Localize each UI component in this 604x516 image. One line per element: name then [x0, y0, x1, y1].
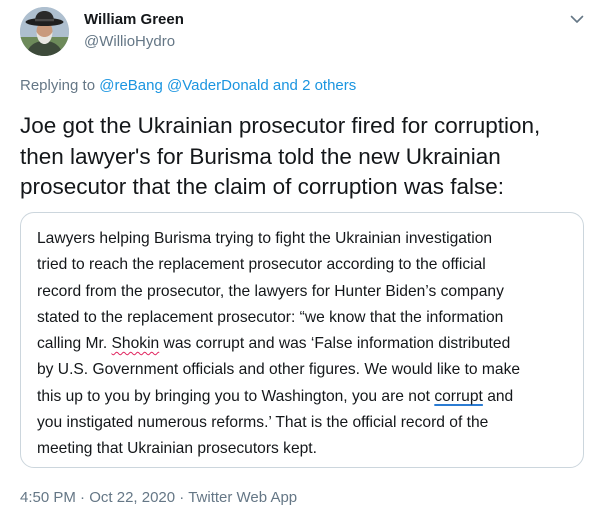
tweet-menu-button[interactable] [567, 9, 587, 29]
quote-line: tried to reach the replacement prosecuto… [37, 256, 486, 274]
meta-separator: · [179, 489, 185, 506]
mention-rebang[interactable]: @reBang [99, 77, 163, 94]
replying-connector[interactable]: and [273, 77, 298, 94]
avatar-photo [20, 7, 69, 56]
quote-line: by U.S. Government officials and other f… [37, 361, 521, 379]
tweet-time[interactable]: 4:50 PM [20, 489, 76, 506]
grammar-check-word: corrupt [434, 387, 483, 405]
quote-text-fragment: and [482, 387, 514, 405]
avatar[interactable] [20, 7, 69, 56]
mention-vaderdonald[interactable]: @VaderDonald [167, 77, 269, 94]
chevron-down-icon [570, 15, 584, 23]
author-name[interactable]: William Green [84, 11, 184, 28]
meta-separator: · [80, 489, 86, 506]
quote-box: Lawyers helping Burisma trying to fight … [20, 212, 584, 468]
quote-line: Lawyers helping Burisma trying to fight … [37, 230, 493, 247]
quote-line: record from the prosecutor, the lawyers … [37, 282, 504, 300]
replying-others-link[interactable]: 2 others [302, 77, 356, 94]
tweet: William Green @WillioHydro Replying to @… [0, 0, 604, 516]
tweet-source[interactable]: Twitter Web App [188, 489, 297, 506]
tweet-meta: 4:50 PM · Oct 22, 2020 · Twitter Web App [20, 489, 297, 506]
tweet-text-line: Joe got the Ukrainian prosecutor fired f… [20, 113, 541, 138]
quote-text-fragment: calling Mr. [37, 335, 112, 353]
quote-line: you instigated numerous reforms.’ That i… [37, 414, 489, 432]
quote-line: this up to you by bringing you to Washin… [37, 384, 572, 410]
spellcheck-word: Shokin [111, 335, 160, 353]
quote-line: stated to the replacement prosecutor: “w… [37, 308, 504, 326]
replying-prefix: Replying to [20, 77, 96, 94]
quote-line: calling Mr. Shokin was corrupt and was ‘… [37, 331, 572, 357]
quote-line: meeting that Ukrainian prosecutors kept. [37, 440, 317, 458]
quote-text-fragment: was corrupt and was ‘False information d… [159, 335, 511, 353]
tweet-text-line: then lawyer's for Burisma told the new U… [20, 143, 501, 169]
tweet-text: Joe got the Ukrainian prosecutor fired f… [20, 111, 590, 203]
author-handle[interactable]: @WillioHydro [84, 33, 175, 50]
quote-text: Lawyers helping Burisma trying to fight … [37, 226, 572, 463]
replying-to: Replying to @reBang @VaderDonald and 2 o… [20, 77, 356, 94]
tweet-text-line: prosecutor that the claim of corruption … [20, 174, 504, 199]
tweet-date[interactable]: Oct 22, 2020 [89, 489, 175, 506]
quote-text-fragment: this up to you by bringing you to Washin… [37, 387, 435, 405]
